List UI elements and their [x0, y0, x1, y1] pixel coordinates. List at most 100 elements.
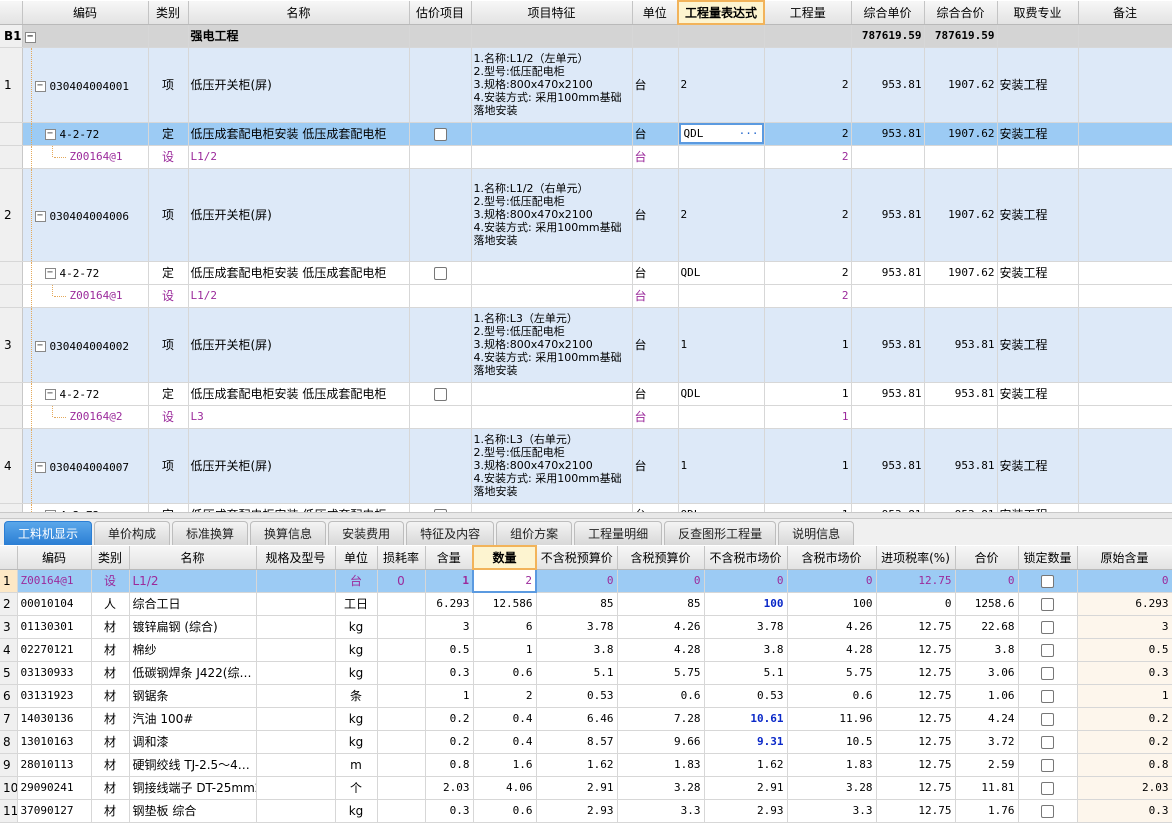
- mat-loss[interactable]: [377, 615, 426, 639]
- mat-type[interactable]: 材: [91, 661, 130, 685]
- row-number[interactable]: 5: [0, 661, 18, 685]
- code-cell[interactable]: −: [22, 24, 149, 48]
- item-qty[interactable]: 2: [764, 47, 852, 123]
- item-qty[interactable]: 1: [764, 307, 852, 383]
- row-number[interactable]: 4: [0, 638, 18, 662]
- mat-budget-ex[interactable]: 0: [536, 569, 618, 593]
- quota-expr[interactable]: QDL: [678, 261, 765, 285]
- mat-code[interactable]: 14030136: [17, 707, 92, 731]
- mat-loss[interactable]: 0: [377, 569, 426, 593]
- mat-total[interactable]: 3.72: [955, 730, 1019, 754]
- mat-budget-inc[interactable]: 5.75: [617, 661, 705, 685]
- material-row[interactable]: 9 28010113 材硬铜绞线 TJ-2.5～4… m 0.8 1.6 1.62 1.83 1…: [0, 753, 1172, 777]
- item-name[interactable]: 低压开关柜(屏): [188, 168, 410, 262]
- mat-market-ex[interactable]: 2.91: [704, 776, 788, 800]
- mat-market-inc[interactable]: 10.5: [787, 730, 877, 754]
- row-number[interactable]: [0, 382, 23, 406]
- row-number[interactable]: 2: [0, 168, 23, 262]
- mat-name[interactable]: 棉纱: [129, 638, 257, 662]
- item-fee[interactable]: 安装工程: [997, 307, 1079, 383]
- row-number[interactable]: [0, 145, 23, 169]
- quota-qty[interactable]: 1: [764, 503, 852, 512]
- tab-materials[interactable]: 工料机显示: [4, 521, 93, 545]
- collapse-icon[interactable]: −: [34, 210, 46, 222]
- mat-code[interactable]: 37090127: [17, 799, 92, 823]
- mat-tax[interactable]: 12.75: [876, 638, 956, 662]
- row-number[interactable]: 6: [0, 684, 18, 708]
- mat-tax[interactable]: 12.75: [876, 569, 956, 593]
- mat-tax[interactable]: 12.75: [876, 730, 956, 754]
- row-number[interactable]: [0, 284, 23, 308]
- mat-unit[interactable]: kg: [335, 799, 378, 823]
- mat-market-inc[interactable]: 1.83: [787, 753, 877, 777]
- row-number[interactable]: [0, 261, 23, 285]
- mat-tax[interactable]: 12.75: [876, 799, 956, 823]
- mat-qty[interactable]: 0.6: [473, 799, 537, 823]
- mat-budget-ex[interactable]: 2.93: [536, 799, 618, 823]
- quota-expr[interactable]: QDL: [678, 503, 765, 512]
- code-cell[interactable]: −030404004001: [22, 47, 149, 123]
- bill-item-row[interactable]: 4 −030404004007 项 低压开关柜(屏) 1.名称:L3（右单元） 2…: [0, 428, 1172, 504]
- item-qty[interactable]: 2: [764, 168, 852, 262]
- mat-market-inc[interactable]: 5.75: [787, 661, 877, 685]
- lock-qty-cell[interactable]: [1018, 615, 1078, 639]
- tab-price-composition[interactable]: 单价构成: [94, 521, 171, 545]
- mat-type[interactable]: 材: [91, 753, 130, 777]
- mat-type[interactable]: 设: [91, 569, 130, 593]
- mat-budget-inc[interactable]: 1.83: [617, 753, 705, 777]
- row-number[interactable]: 11: [0, 799, 18, 823]
- col-tax-rate[interactable]: 进项税率(%): [876, 546, 956, 570]
- code-cell[interactable]: −4-2-72: [22, 261, 149, 285]
- mat-budget-inc[interactable]: 0: [617, 569, 705, 593]
- corner-cell[interactable]: [0, 1, 23, 25]
- lock-qty-cell[interactable]: [1018, 776, 1078, 800]
- lock-qty-cell[interactable]: [1018, 638, 1078, 662]
- lock-qty-checkbox[interactable]: [1041, 712, 1054, 726]
- mat-unit[interactable]: kg: [335, 707, 378, 731]
- mat-market-ex[interactable]: 3.8: [704, 638, 788, 662]
- mat-name[interactable]: 综合工日: [129, 592, 257, 616]
- estimate-checkbox[interactable]: [433, 387, 447, 401]
- mat-market-inc[interactable]: 11.96: [787, 707, 877, 731]
- equip-name[interactable]: L1/2: [188, 284, 410, 308]
- mat-market-ex[interactable]: 10.61: [704, 707, 788, 731]
- mat-code[interactable]: 03131923: [17, 684, 92, 708]
- row-number[interactable]: 3: [0, 307, 23, 383]
- mat-qty[interactable]: 12.586: [473, 592, 537, 616]
- qty-expr-editor[interactable]: QDL ···: [678, 122, 765, 146]
- mat-budget-ex[interactable]: 85: [536, 592, 618, 616]
- lock-qty-checkbox[interactable]: [1041, 758, 1054, 772]
- lock-qty-checkbox[interactable]: [1041, 574, 1054, 588]
- mat-name[interactable]: 铜接线端子 DT-25mm2: [129, 776, 257, 800]
- mat-qty[interactable]: 0.6: [473, 661, 537, 685]
- col-type[interactable]: 类别: [91, 546, 130, 570]
- mat-content[interactable]: 0.3: [425, 661, 474, 685]
- equip-qty[interactable]: 2: [764, 145, 852, 169]
- mat-content[interactable]: 0.3: [425, 799, 474, 823]
- mat-total[interactable]: 1.06: [955, 684, 1019, 708]
- mat-type[interactable]: 材: [91, 730, 130, 754]
- mat-qty[interactable]: 2: [473, 684, 537, 708]
- item-name[interactable]: 低压开关柜(屏): [188, 47, 410, 123]
- material-row[interactable]: 1 Z00164@1 设 L1/2 台 0 1 2 0 0 0 0 12.75 0 0: [0, 568, 1172, 593]
- material-row[interactable]: 4 02270121 材棉纱 kg 0.5 1 3.8 4.28 3.8 4.28 12.75 3.8…: [0, 638, 1172, 662]
- mat-spec[interactable]: [256, 615, 336, 639]
- mat-type[interactable]: 材: [91, 638, 130, 662]
- col-loss[interactable]: 损耗率: [377, 546, 426, 570]
- material-row[interactable]: 10 29090241 材铜接线端子 DT-25mm2 个 2.03 4.06 2.91 3.…: [0, 776, 1172, 800]
- mat-code[interactable]: 29090241: [17, 776, 92, 800]
- collapse-icon[interactable]: −: [34, 461, 46, 473]
- material-row[interactable]: 8 13010163 材调和漆 kg 0.2 0.4 8.57 9.66 9.31 10.5 12.…: [0, 730, 1172, 754]
- mat-spec[interactable]: [256, 776, 336, 800]
- mat-budget-ex[interactable]: 3.78: [536, 615, 618, 639]
- mat-spec[interactable]: [256, 799, 336, 823]
- mat-qty[interactable]: 1: [473, 638, 537, 662]
- row-number[interactable]: 9: [0, 753, 18, 777]
- item-expr[interactable]: 1: [678, 428, 765, 504]
- col-fee-type[interactable]: 取费专业: [997, 1, 1079, 25]
- col-features[interactable]: 项目特征: [471, 1, 633, 25]
- item-fee[interactable]: 安装工程: [997, 47, 1079, 123]
- quota-qty[interactable]: 2: [764, 261, 852, 285]
- tab-install-fee[interactable]: 安装费用: [328, 521, 405, 545]
- tab-pricing-scheme[interactable]: 组价方案: [496, 521, 573, 545]
